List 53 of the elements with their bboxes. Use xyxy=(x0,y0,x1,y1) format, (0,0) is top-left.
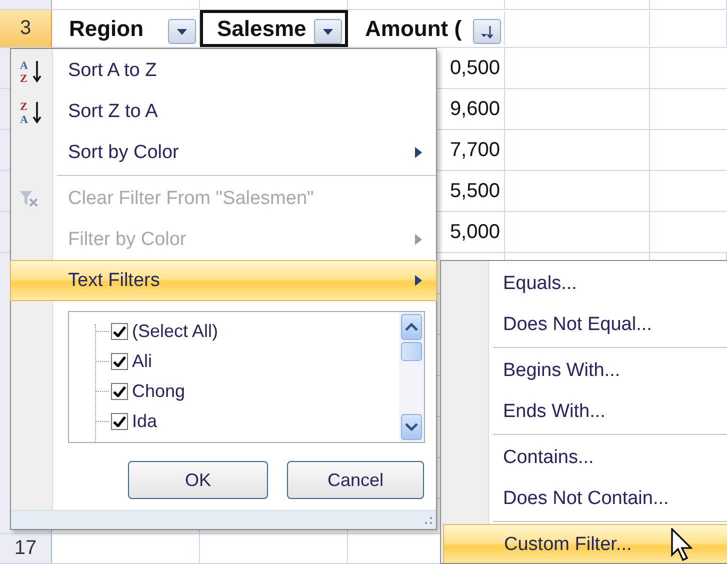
row-header[interactable]: 17 xyxy=(0,534,52,563)
check-icon xyxy=(113,326,126,336)
submenu-arrow-icon xyxy=(415,147,422,158)
menu-item[interactable]: Begins With... xyxy=(441,350,727,391)
column-header: Region xyxy=(69,16,144,42)
dialog-button[interactable]: OK xyxy=(128,461,268,499)
dialog-button[interactable]: Cancel xyxy=(287,461,424,499)
checkbox-label: Ida xyxy=(132,410,158,432)
checkbox[interactable] xyxy=(111,412,128,430)
check-icon xyxy=(113,356,126,366)
submenu-arrow-icon xyxy=(415,275,422,286)
caret-icon xyxy=(323,28,333,34)
menu-item[interactable]: A Z Sort A to Z xyxy=(11,50,436,91)
menu-item[interactable]: Does Not Equal... xyxy=(441,304,727,345)
caret-icon xyxy=(177,28,187,34)
cell-value: 0,500 xyxy=(450,56,500,80)
cell-value: 5,000 xyxy=(450,220,500,244)
column-header: Amount ( xyxy=(365,16,462,42)
sort-arrow-icon xyxy=(480,24,494,38)
submenu-arrow-icon xyxy=(415,234,422,245)
filter-button[interactable] xyxy=(473,19,501,44)
checkbox[interactable] xyxy=(111,352,128,370)
scroll-up-button[interactable] xyxy=(401,314,422,340)
scroll-down-button[interactable] xyxy=(401,414,422,440)
scrollbar[interactable] xyxy=(399,312,424,442)
checkbox-label: (Select All) xyxy=(132,320,218,342)
checkbox-label: Chong xyxy=(132,380,186,402)
check-icon xyxy=(113,416,126,426)
checkbox-label: Ali xyxy=(132,350,152,372)
mouse-pointer-icon xyxy=(670,528,694,562)
menu-item[interactable]: Equals... xyxy=(441,263,727,304)
cell-value: 9,600 xyxy=(450,98,500,120)
menu-item[interactable]: Does Not Contain... xyxy=(441,478,727,519)
filter-button[interactable] xyxy=(314,19,342,44)
clear-filter-icon xyxy=(19,190,39,208)
scroll-thumb[interactable] xyxy=(401,342,422,361)
cell-value: 5,500 xyxy=(450,180,500,202)
cell-value: 7,700 xyxy=(450,138,500,162)
row-header[interactable]: 3 xyxy=(0,10,52,47)
chevron-down-icon xyxy=(405,423,418,431)
menu-item[interactable]: Ends With... xyxy=(441,391,727,432)
chevron-up-icon xyxy=(405,323,418,331)
check-icon xyxy=(113,386,126,396)
menu-item[interactable]: Sort by Color xyxy=(11,132,436,173)
checkbox[interactable] xyxy=(111,322,128,340)
resize-grip-icon xyxy=(423,516,433,526)
column-header: Salesme xyxy=(217,16,306,42)
filter-button[interactable] xyxy=(168,19,196,44)
menu-item[interactable]: Text Filters xyxy=(10,260,437,301)
menu-item[interactable]: Contains... xyxy=(441,437,727,478)
menu-item[interactable]: Z A Sort Z to A xyxy=(11,91,436,132)
checkbox[interactable] xyxy=(111,382,128,400)
menu-item[interactable]: Custom Filter... xyxy=(443,524,727,563)
